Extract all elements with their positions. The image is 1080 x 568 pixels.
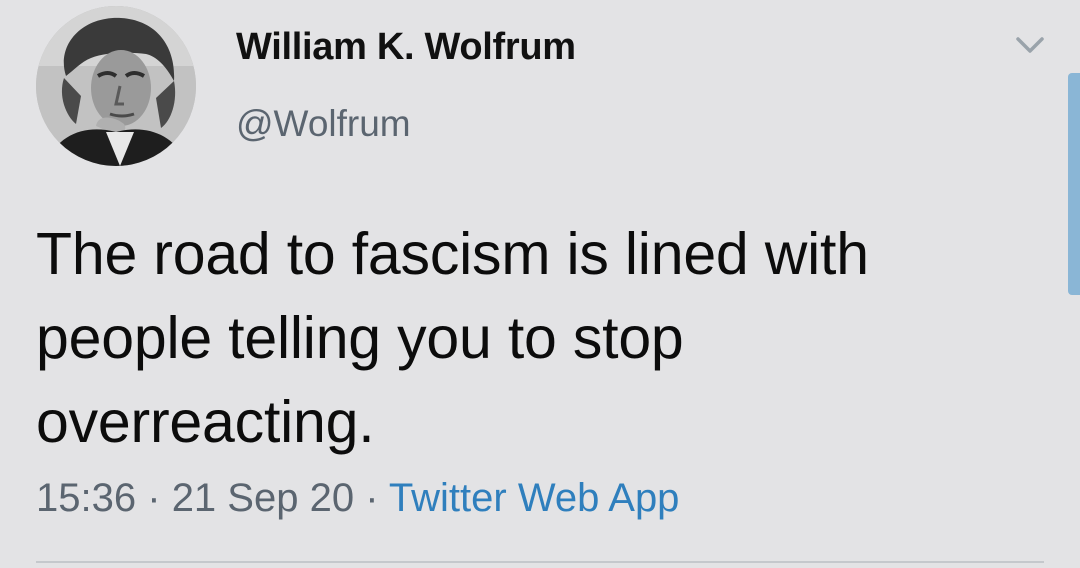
tweet-text: The road to fascism is lined with people… [36,221,869,455]
profile-photo-icon [36,6,196,166]
tweet-menu-button[interactable] [1010,30,1050,60]
author-handle[interactable]: @Wolfrum [236,103,411,145]
tweet-meta: 15:36 · 21 Sep 20 · Twitter Web App [36,476,679,521]
avatar[interactable] [36,6,196,166]
meta-separator: · [365,476,379,520]
scrollbar[interactable] [1068,73,1080,295]
meta-separator: · [147,476,161,520]
tweet-card: William K. Wolfrum @Wolfrum The road to … [0,0,1080,568]
tweet-source-link[interactable]: Twitter Web App [389,476,680,520]
chevron-down-icon [1016,37,1044,53]
divider [36,561,1044,563]
tweet-time: 15:36 [36,476,137,520]
author-display-name[interactable]: William K. Wolfrum [236,26,576,69]
tweet-date: 21 Sep 20 [171,476,355,520]
